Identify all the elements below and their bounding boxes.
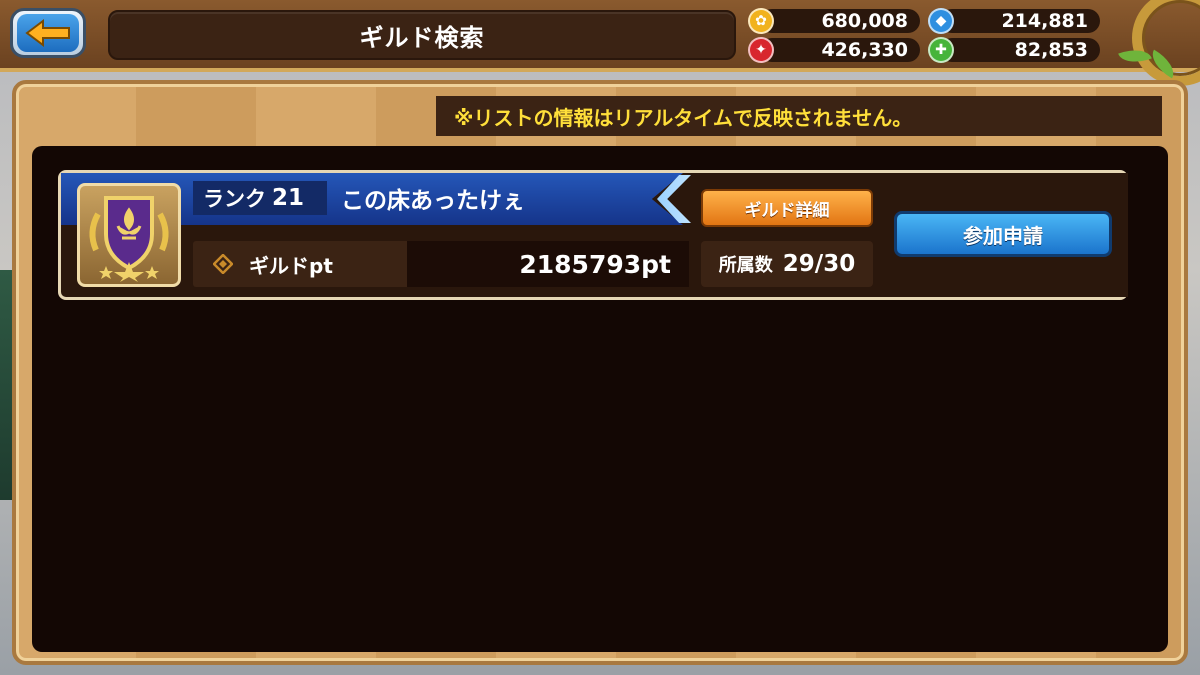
member-count-label: 所属数 (718, 255, 773, 276)
rank-label: ランク (203, 187, 266, 211)
currency-gold-value: 680,008 (821, 10, 908, 32)
join-request-button[interactable]: 参加申請 (894, 211, 1112, 257)
fleur-de-lis-shield-icon (89, 196, 169, 282)
guild-rank: ランク 21 (193, 181, 327, 215)
arrow-left-icon (25, 19, 70, 47)
page-title: ギルド検索 (108, 10, 736, 60)
guild-points-label-group: ギルドpt (213, 241, 333, 287)
guild-name: この床あったけぇ (341, 188, 525, 214)
member-count: 所属数 29/30 (701, 241, 873, 287)
green-orb-icon: ✚ (928, 37, 954, 63)
back-button[interactable] (10, 8, 86, 58)
guild-emblem (77, 183, 181, 287)
guild-points-label: ギルドpt (249, 253, 333, 278)
currency-gold: 680,008 (760, 9, 920, 33)
member-count-value: 29/30 (782, 251, 856, 277)
back-button-face (17, 14, 79, 52)
currency-green-value: 82,853 (1014, 39, 1088, 61)
currency-blue-value: 214,881 (1001, 10, 1088, 32)
notice-banner: ※リストの情報はリアルタイムで反映されません。 (436, 96, 1162, 136)
currency-red: 426,330 (760, 38, 920, 62)
gold-coin-icon: ✿ (748, 8, 774, 34)
currency-red-value: 426,330 (821, 39, 908, 61)
guild-points-value: 2185793pt (407, 241, 689, 287)
guild-detail-button[interactable]: ギルド詳細 (701, 189, 873, 227)
blue-orb-icon: ◆ (928, 8, 954, 34)
currency-green: 82,853 (940, 38, 1100, 62)
red-orb-icon: ✦ (748, 37, 774, 63)
rank-value: 21 (272, 185, 305, 211)
currency-blue: 214,881 (940, 9, 1100, 33)
diamond-bullet-icon (213, 254, 233, 274)
top-bar: ギルド検索 680,008 ✿ 214,881 ◆ 426,330 ✦ 82,8… (0, 0, 1200, 86)
join-area: 参加申請 (884, 173, 1128, 297)
guild-points: ギルドpt 2185793pt (193, 241, 689, 287)
guild-list-item[interactable]: ランク 21 この床あったけぇ ギルドpt 2185793pt ギルド詳細 所属… (58, 170, 1128, 300)
